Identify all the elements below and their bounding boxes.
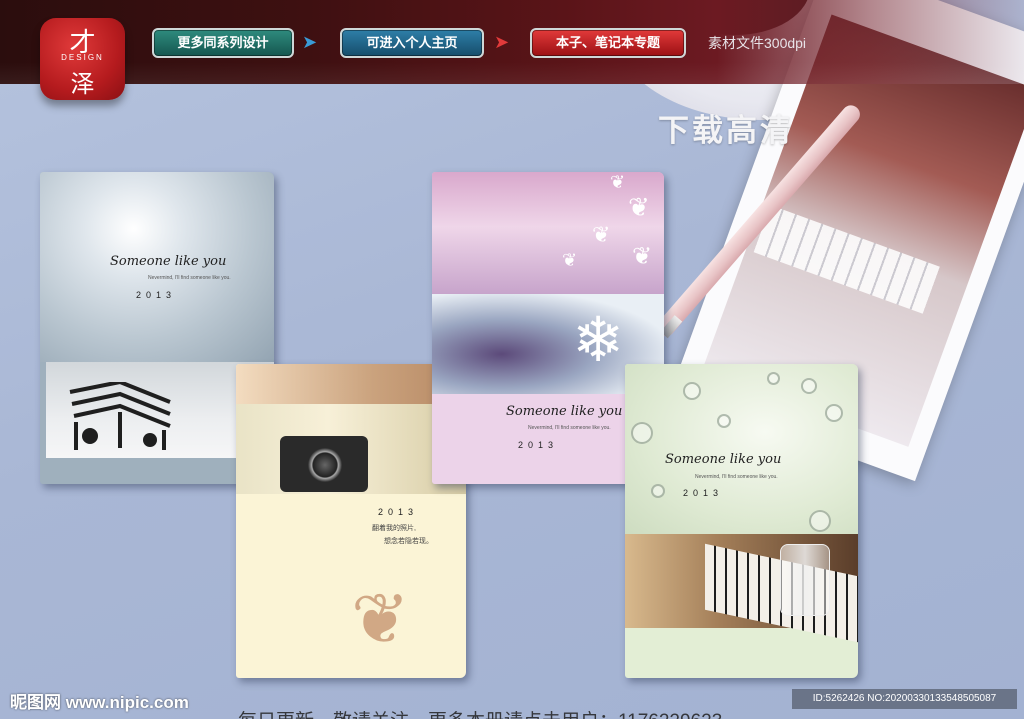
maple-leaf-icon: ❦ xyxy=(351,580,410,658)
arrow-right-icon: ➤ xyxy=(302,32,318,52)
more-series-button[interactable]: 更多同系列设计 xyxy=(152,28,294,58)
water-drop xyxy=(651,484,665,498)
notebook-title: Someone like you xyxy=(506,404,623,419)
snowflake-icon: ❄ xyxy=(572,306,624,375)
notebook-year: 2013 xyxy=(683,488,724,498)
notebook-cn-line-1: 翻着我的照片, xyxy=(372,525,416,532)
notebook-year: 2013 xyxy=(518,440,559,450)
image-id-label: ID:5262426 NO:20200330133548505087 xyxy=(792,689,1017,709)
butterfly-icon: ❦ xyxy=(592,222,611,247)
notebook-year: 2013 xyxy=(378,507,419,517)
notebook-subtitle: Nevermind, I'll find someone like you. xyxy=(695,474,778,480)
brand-logo[interactable]: 才 DESIGN 泽 xyxy=(40,18,125,100)
water-drop xyxy=(809,510,831,532)
butterfly-icon: ❦ xyxy=(632,243,653,270)
resolution-label: 素材文件300dpi xyxy=(708,35,807,51)
notebook-cn-line-2: 想念若隐若现。 xyxy=(384,538,433,545)
personal-homepage-button[interactable]: 可进入个人主页 xyxy=(340,28,484,58)
water-drop xyxy=(767,372,780,385)
arrow-right-icon: ➤ xyxy=(494,32,510,52)
notebook-year: 2013 xyxy=(136,290,177,300)
notebook-title: Someone like you xyxy=(110,254,227,269)
camera-lens-image xyxy=(308,448,342,482)
glass-jar-image xyxy=(780,544,830,616)
notebook-subtitle: Nevermind, I'll find someone like you. xyxy=(148,275,231,281)
water-drops-image xyxy=(625,364,858,534)
water-drop xyxy=(683,382,701,400)
water-drop xyxy=(631,422,653,444)
download-hd-label[interactable]: 下载高清 xyxy=(658,105,794,150)
logo-subtext: DESIGN xyxy=(61,53,104,62)
sky-pink-image xyxy=(432,172,664,294)
butterfly-icon: ❦ xyxy=(562,250,578,270)
camera-image xyxy=(280,436,368,492)
logo-char-bottom: 泽 xyxy=(70,70,95,98)
butterfly-icon: ❦ xyxy=(628,192,650,222)
notebook-cover-4[interactable]: Someone like you Nevermind, I'll find so… xyxy=(625,364,858,678)
notebook-topic-button[interactable]: 本子、笔记本专题 xyxy=(530,28,686,58)
water-drop xyxy=(825,404,843,422)
bench-image xyxy=(69,382,171,450)
water-drop xyxy=(717,414,731,428)
notebook-subtitle: Nevermind, I'll find someone like you. xyxy=(528,425,611,431)
footer-slogan: 每日更新，敬请关注，更多本册请点击用户：1176229623 xyxy=(238,706,722,719)
notebook-title: Someone like you xyxy=(665,452,782,467)
butterfly-icon: ❦ xyxy=(610,172,626,192)
canvas: 才 DESIGN 泽 更多同系列设计 ➤ 可进入个人主页 ➤ 本子、笔记本专题 … xyxy=(0,0,1024,719)
water-drop xyxy=(801,378,817,394)
site-watermark: 昵图网 www.nipic.com xyxy=(10,693,189,712)
